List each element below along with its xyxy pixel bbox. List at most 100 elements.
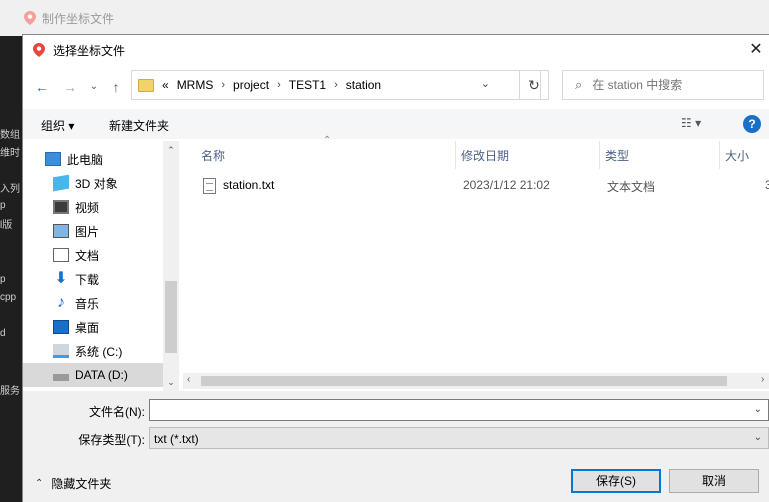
music-icon: ♪ [57, 294, 65, 311]
new-folder-button[interactable]: 新建文件夹 [109, 117, 169, 134]
documents-icon [53, 248, 69, 262]
close-icon[interactable]: ✕ [747, 41, 765, 59]
filename-input[interactable] [150, 400, 740, 420]
bg-fragment: cpp [0, 292, 17, 303]
nav-item-label: 视频 [75, 200, 100, 215]
column-divider[interactable] [455, 141, 456, 169]
nav-item-drive-d[interactable]: DATA (D:) [23, 363, 179, 387]
bg-fragment: 数组 [0, 130, 20, 141]
column-header-size[interactable]: 大小 [725, 147, 749, 164]
hide-folders-toggle[interactable]: ⌃ 隐藏文件夹 [35, 475, 111, 492]
scroll-right-icon[interactable]: › [761, 374, 764, 385]
file-row[interactable]: station.txt 2023/1/12 21:02 文本文档 3 [183, 173, 769, 197]
drive-d-icon [53, 373, 69, 381]
nav-item-this-pc[interactable]: 此电脑 [23, 147, 179, 171]
breadcrumb-item[interactable]: TEST1 [289, 78, 326, 92]
refresh-icon: ↻ [528, 76, 540, 93]
bg-fragment: 入列 [0, 184, 20, 195]
nav-item-3d-objects[interactable]: 3D 对象 [23, 171, 179, 195]
horizontal-scroll-thumb[interactable] [201, 376, 727, 386]
scroll-left-icon[interactable]: ‹ [187, 374, 190, 385]
search-box[interactable]: ⌕ [562, 70, 764, 100]
bg-fragment: 服务 [0, 386, 20, 397]
bg-fragment: d [0, 328, 6, 339]
file-name: station.txt [223, 178, 275, 192]
column-divider[interactable] [599, 141, 600, 169]
map-pin-icon [33, 43, 45, 57]
desktop-icon [53, 320, 69, 334]
refresh-button[interactable]: ↻ [519, 70, 549, 100]
nav-pane-scroll-thumb[interactable] [165, 281, 177, 353]
back-arrow-icon[interactable]: ← [33, 78, 51, 96]
breadcrumb-separator-icon[interactable]: › [221, 79, 225, 91]
map-pin-icon [24, 11, 36, 25]
file-modified: 2023/1/12 21:02 [463, 178, 550, 192]
filetype-select[interactable]: txt (*.txt) ⌄ [149, 427, 769, 449]
scroll-down-icon[interactable]: ⌄ [163, 377, 179, 388]
up-arrow-icon[interactable]: ↑ [107, 78, 125, 96]
filename-combobox[interactable]: ⌄ [149, 399, 769, 421]
bg-fragment: l版 [0, 220, 13, 231]
chevron-down-icon[interactable]: ⌄ [754, 404, 762, 415]
save-form: 文件名(N): ⌄ 保存类型(T): txt (*.txt) ⌄ ⌃ 隐藏文件夹… [23, 391, 769, 502]
view-options-icon[interactable]: ☷ ▾ [681, 116, 701, 130]
nav-item-drive-c[interactable]: 系统 (C:) [23, 339, 179, 363]
breadcrumb: « MRMS › project › TEST1 › station [162, 78, 381, 92]
breadcrumb-separator-icon[interactable]: › [277, 79, 281, 91]
parent-window-titlebar: 制作坐标文件 [0, 0, 769, 36]
text-file-icon [203, 178, 216, 194]
column-header-modified[interactable]: 修改日期 [461, 147, 509, 164]
chevron-up-icon: ⌃ [35, 478, 44, 489]
nav-item-label: 桌面 [75, 320, 100, 335]
address-bar[interactable]: « MRMS › project › TEST1 › station ⌄ [131, 70, 541, 100]
file-list[interactable]: ⌃ 名称 修改日期 类型 大小 station.txt 2023/1/12 21… [183, 135, 769, 389]
bg-fragment: p [0, 274, 6, 285]
nav-item-downloads[interactable]: ⬇ 下载 [23, 267, 179, 291]
column-header-name[interactable]: 名称 [201, 147, 225, 164]
organize-button[interactable]: 组织 ▾ [41, 117, 74, 134]
computer-icon [45, 152, 61, 166]
sort-ascending-icon: ⌃ [323, 135, 332, 146]
recent-locations-chevron-icon[interactable]: ⌄ [85, 78, 103, 96]
nav-pane-scrollbar[interactable]: ⌃ ⌄ [163, 141, 179, 391]
nav-item-videos[interactable]: 视频 [23, 195, 179, 219]
breadcrumb-item[interactable]: MRMS [177, 78, 214, 92]
pictures-icon [53, 224, 69, 238]
breadcrumb-separator-icon[interactable]: › [334, 79, 338, 91]
parent-window-title-text: 制作坐标文件 [42, 11, 115, 26]
help-icon[interactable]: ? [743, 115, 761, 133]
breadcrumb-item[interactable]: project [233, 78, 269, 92]
navigation-row: ← → ⌄ ↑ « MRMS › project › TEST1 › stati… [23, 69, 769, 105]
bg-fragment: 维时 [0, 148, 20, 159]
command-toolbar: 组织 ▾ 新建文件夹 ☷ ▾ ? [23, 109, 769, 139]
nav-item-label: 下载 [75, 272, 100, 287]
nav-item-desktop[interactable]: 桌面 [23, 315, 179, 339]
dialog-title: 选择坐标文件 [53, 43, 126, 58]
scroll-up-icon[interactable]: ⌃ [163, 145, 179, 156]
bg-fragment: p [0, 200, 6, 211]
breadcrumb-item[interactable]: station [346, 78, 381, 92]
address-dropdown-chevron-icon[interactable]: ⌄ [481, 77, 490, 90]
dialog-titlebar: 选择坐标文件 ✕ [23, 35, 769, 65]
column-header-type[interactable]: 类型 [605, 147, 629, 164]
file-dialog: 选择坐标文件 ✕ ← → ⌄ ↑ « MRMS › project › TEST… [22, 34, 769, 502]
forward-arrow-icon[interactable]: → [61, 78, 79, 96]
video-icon [53, 200, 69, 214]
nav-item-documents[interactable]: 文档 [23, 243, 179, 267]
search-input[interactable] [592, 78, 753, 92]
nav-item-label: 3D 对象 [75, 176, 118, 191]
nav-item-pictures[interactable]: 图片 [23, 219, 179, 243]
navigation-pane[interactable]: 此电脑 3D 对象 视频 图片 文档 ⬇ 下载 ♪ 音乐 桌面 系统 (C:) … [23, 141, 179, 391]
nav-item-label: 图片 [75, 224, 100, 239]
save-button[interactable]: 保存(S) [571, 469, 661, 493]
parent-window-title: 制作坐标文件 [24, 4, 114, 32]
file-list-horizontal-scrollbar[interactable]: ‹ › [183, 373, 769, 389]
nav-item-label: 音乐 [75, 296, 100, 311]
downloads-icon: ⬇ [54, 270, 68, 287]
chevron-down-icon[interactable]: ⌄ [754, 432, 762, 443]
breadcrumb-overflow[interactable]: « [162, 78, 169, 92]
column-divider[interactable] [719, 141, 720, 169]
nav-item-music[interactable]: ♪ 音乐 [23, 291, 179, 315]
file-type: 文本文档 [607, 180, 656, 194]
cancel-button[interactable]: 取消 [669, 469, 759, 493]
